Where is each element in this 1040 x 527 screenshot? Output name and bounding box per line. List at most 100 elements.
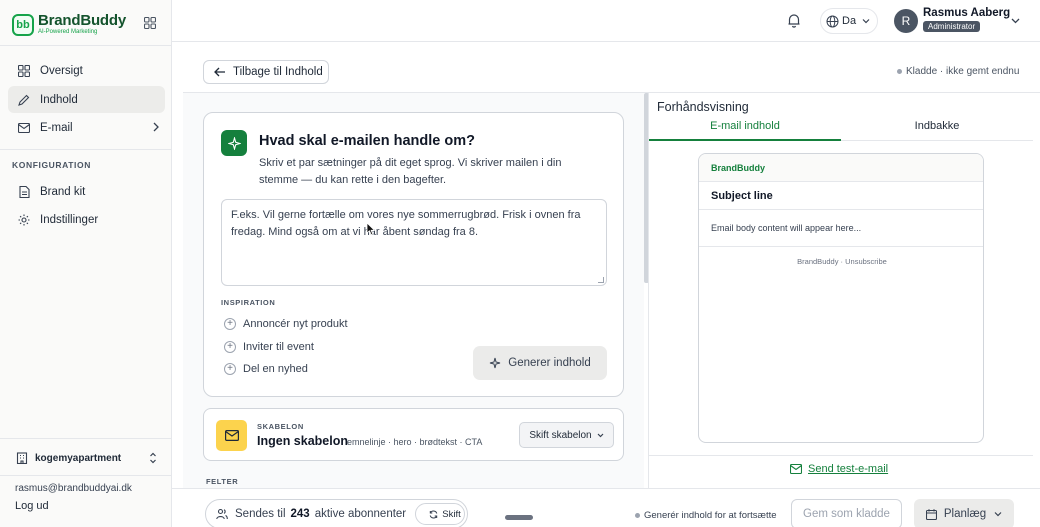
email-brand: BrandBuddy (699, 154, 983, 182)
send-test-label: Send test-e-mail (808, 463, 889, 475)
subscribers-label: aktive abonnenter (314, 508, 407, 520)
chevron-down-icon (994, 512, 1002, 517)
inspiration-label: INSPIRATION (221, 298, 276, 307)
language-code: Da (842, 15, 857, 27)
template-meta: emnelinje · hero · brødtekst · CTA (347, 437, 483, 447)
subscriber-count: 243 (290, 508, 310, 520)
sidebar: bb BrandBuddy AI-Powered Marketing Overs… (0, 0, 172, 527)
template-kicker: SKABELON (257, 422, 304, 431)
plus-circle-icon: + (224, 318, 236, 330)
email-footer: BrandBuddy · Unsubscribe (797, 257, 887, 266)
sidebar-item-label: Indhold (40, 93, 78, 106)
chevron-updown-icon (150, 452, 156, 464)
email-preview: BrandBuddy Subject line Email body conte… (698, 153, 984, 443)
logo-icon: bb (12, 13, 34, 36)
back-button-label: Tilbage til Indhold (233, 66, 323, 78)
inspiration-item-label: Annoncér nyt produkt (243, 318, 348, 330)
prompt-title: Hvad skal e-mailen handle om? (259, 133, 475, 149)
prompt-card: Hvad skal e-mailen handle om? Skriv et p… (203, 112, 624, 397)
draft-status: Kladde · ikke gemt endnu (897, 66, 1019, 77)
schedule-button[interactable]: Planlæg (914, 499, 1014, 527)
language-selector[interactable]: Da (820, 8, 878, 34)
generate-hint: Generér indhold for at fortsætte (635, 510, 777, 521)
calendar-icon (925, 508, 937, 520)
chevron-down-icon[interactable] (1011, 16, 1020, 25)
bell-icon[interactable] (786, 12, 802, 28)
mail-icon (17, 121, 31, 135)
bottom-action-bar: Sendes til 243 aktive abonnenter Skift G… (172, 488, 1040, 527)
tab-email-content[interactable]: E-mail indhold (649, 120, 841, 132)
logout-link[interactable]: Log ud (15, 500, 49, 512)
fields-label: FELTER (206, 477, 239, 486)
inspiration-item-label: Inviter til event (243, 341, 314, 353)
sidebar-item-label: Indstillinger (40, 213, 99, 226)
tab-inbox[interactable]: Indbakke (841, 120, 1033, 132)
prompt-textarea[interactable]: F.eks. Vil gerne fortælle om vores nye s… (221, 199, 607, 286)
generate-button[interactable]: Generer indhold (473, 346, 607, 380)
recipients-pill: Sendes til 243 aktive abonnenter Skift (205, 499, 468, 527)
gear-icon (17, 213, 31, 227)
chevron-right-icon (153, 122, 159, 132)
save-draft-button[interactable]: Gem som kladde (791, 499, 902, 527)
user-name[interactable]: Rasmus Aaberg (923, 7, 1010, 19)
generate-button-label: Generer indhold (508, 357, 591, 369)
sidebar-item-indstillinger[interactable]: Indstillinger (8, 206, 165, 233)
workspace-switcher[interactable]: kogemyapartment (8, 446, 163, 470)
draft-status-text: Kladde · ikke gemt endnu (906, 66, 1020, 77)
sidebar-divider (0, 149, 172, 150)
mouse-cursor-icon (366, 222, 376, 236)
status-dot (635, 513, 640, 518)
sidebar-item-label: Oversigt (40, 64, 83, 77)
sidebar-item-oversigt[interactable]: Oversigt (8, 57, 165, 84)
brand-name: BrandBuddy (38, 12, 127, 29)
plus-circle-icon: + (224, 363, 236, 375)
sparkle-icon (490, 357, 501, 369)
resize-handle[interactable] (598, 277, 604, 283)
inspiration-item[interactable]: + Inviter til event (224, 339, 314, 355)
sends-to-label: Sendes til (235, 508, 286, 520)
inspiration-item[interactable]: + Annoncér nyt produkt (224, 316, 348, 332)
pencil-icon (17, 93, 31, 107)
sidebar-divider (0, 45, 172, 46)
avatar[interactable]: R (894, 9, 918, 33)
sidebar-item-email[interactable]: E-mail (8, 114, 165, 141)
plus-circle-icon: + (224, 341, 236, 353)
switch-template-label: Skift skabelon (529, 429, 592, 441)
preview-divider (649, 455, 1033, 456)
building-icon (16, 452, 28, 464)
status-dot (897, 69, 902, 74)
preview-title: Forhåndsvisning (657, 100, 749, 114)
email-subject: Subject line (699, 182, 983, 210)
swap-label: Skift (442, 508, 461, 520)
sidebar-item-brand-kit[interactable]: Brand kit (8, 178, 165, 205)
user-role-badge: Administrator (923, 21, 981, 32)
mail-icon (790, 464, 802, 474)
horizontal-scrollbar[interactable] (505, 515, 533, 520)
sidebar-divider (0, 438, 172, 439)
refresh-icon (429, 510, 438, 518)
top-bar: Da R Rasmus Aaberg Administrator (172, 0, 1040, 42)
users-icon (216, 508, 228, 520)
brand-tagline: AI-Powered Marketing (38, 29, 98, 35)
template-card: SKABELON Ingen skabelon emnelinje · hero… (203, 408, 624, 461)
globe-icon (826, 15, 839, 27)
chevron-down-icon (862, 19, 870, 24)
swap-audience-button[interactable]: Skift (415, 503, 465, 525)
template-name: Ingen skabelon (257, 434, 348, 448)
send-test-email-link[interactable]: Send test-e-mail (790, 463, 888, 475)
active-tab-indicator (649, 139, 841, 141)
switch-template-button[interactable]: Skift skabelon (519, 422, 614, 448)
generate-hint-text: Generér indhold for at fortsætte (644, 510, 777, 521)
back-button[interactable]: Tilbage til Indhold (203, 60, 329, 84)
section-label-config: KONFIGURATION (12, 160, 91, 170)
dashboard-icon (17, 64, 31, 78)
sparkle-icon (221, 130, 247, 156)
user-email: rasmus@brandbuddyai.dk (15, 483, 132, 494)
arrow-left-icon (214, 67, 225, 77)
document-icon (17, 185, 31, 199)
sidebar-item-indhold[interactable]: Indhold (8, 86, 165, 113)
email-body: Email body content will appear here... (699, 210, 983, 247)
inspiration-item[interactable]: + Del en nyhed (224, 361, 308, 377)
brand-logo[interactable]: bb BrandBuddy AI-Powered Marketing (12, 13, 126, 36)
apps-grid-icon[interactable] (144, 17, 156, 29)
